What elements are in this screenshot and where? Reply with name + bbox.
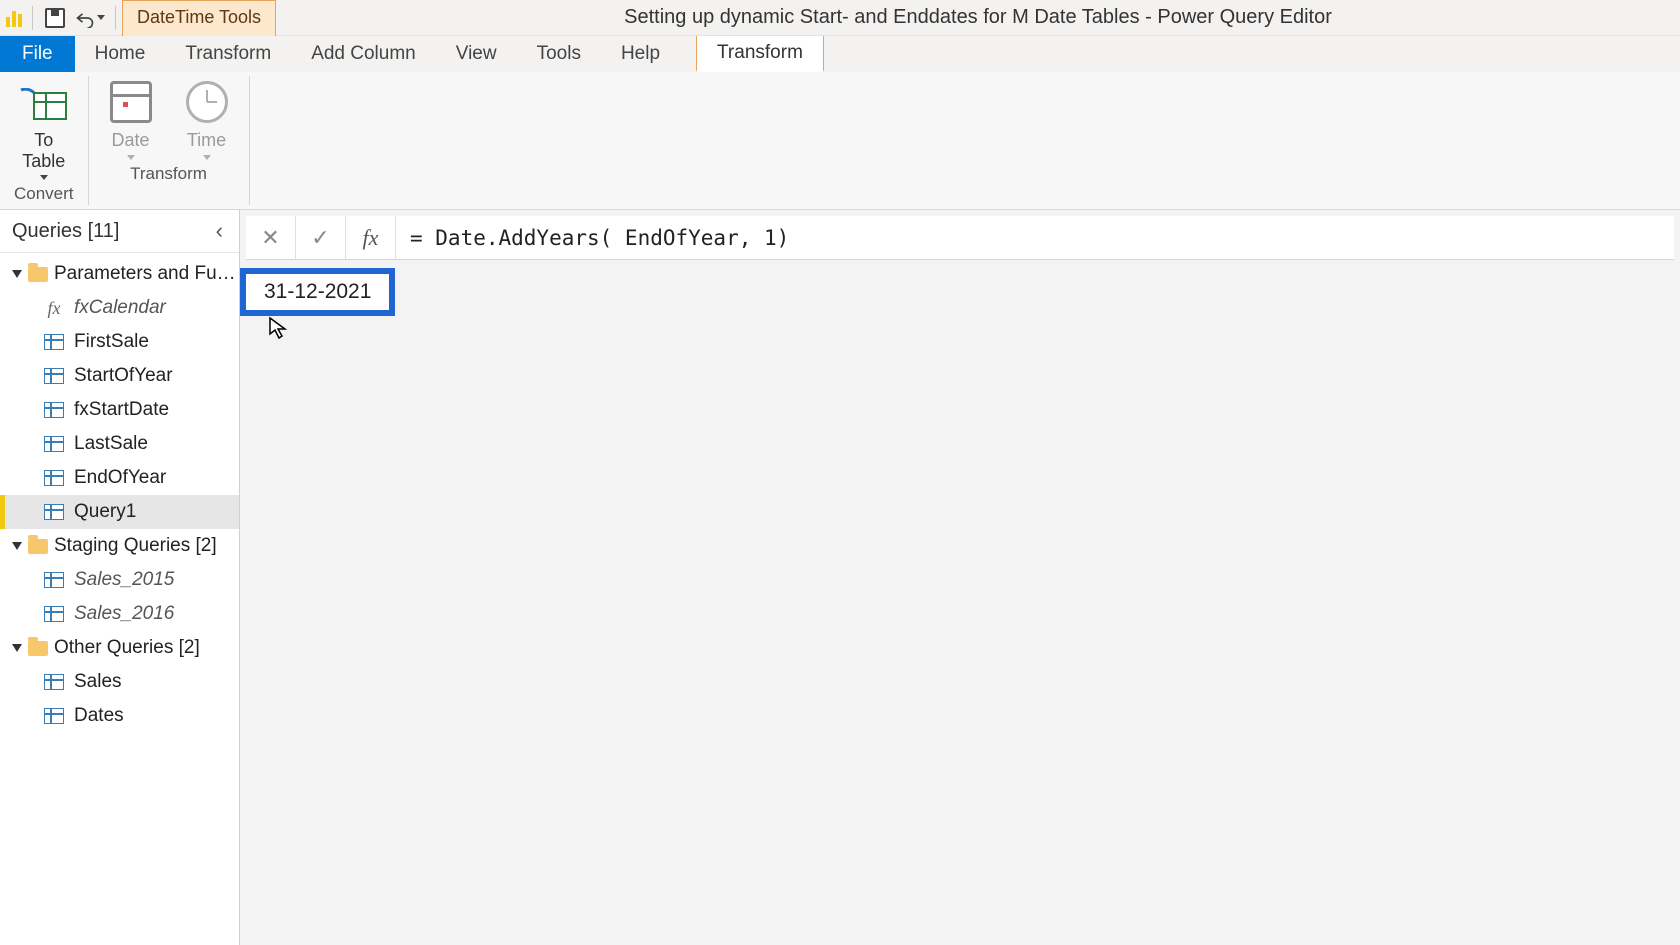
window-title: Setting up dynamic Start- and Enddates f…	[276, 0, 1680, 35]
tab-transform[interactable]: Transform	[165, 36, 291, 72]
table-icon	[44, 368, 64, 384]
chevron-down-icon	[127, 155, 135, 160]
table-icon	[44, 402, 64, 418]
query-item-label: StartOfYear	[74, 365, 173, 387]
query-item-label: Dates	[74, 705, 124, 727]
query-item[interactable]: Sales_2015	[0, 563, 239, 597]
query-item[interactable]: LastSale	[0, 427, 239, 461]
query-item-label: fxCalendar	[74, 297, 166, 319]
query-group[interactable]: Other Queries [2]	[0, 631, 239, 665]
chevron-down-icon	[203, 155, 211, 160]
chevron-down-icon	[12, 542, 22, 550]
query-group-label: Staging Queries [2]	[54, 535, 217, 557]
query-group-label: Parameters and Fu…	[54, 263, 236, 285]
queries-list: Parameters and Fu… fx fxCalendar FirstSale S…	[0, 253, 239, 737]
to-table-button[interactable]: To Table	[16, 76, 72, 182]
query-item-label: Sales_2016	[74, 603, 174, 625]
tab-home[interactable]: Home	[75, 36, 166, 72]
tab-context-transform[interactable]: Transform	[696, 36, 824, 72]
query-item[interactable]: EndOfYear	[0, 461, 239, 495]
table-icon	[44, 708, 64, 724]
fx-icon: fx	[44, 298, 64, 319]
query-item[interactable]: StartOfYear	[0, 359, 239, 393]
tab-tools[interactable]: Tools	[517, 36, 601, 72]
table-icon	[44, 504, 64, 520]
table-icon	[44, 572, 64, 588]
save-icon	[45, 8, 65, 28]
folder-icon	[28, 539, 48, 554]
query-item-label: FirstSale	[74, 331, 149, 353]
table-icon	[44, 674, 64, 690]
table-icon	[44, 436, 64, 452]
query-group[interactable]: Staging Queries [2]	[0, 529, 239, 563]
context-tab-label: DateTime Tools	[122, 0, 276, 36]
query-item-label: EndOfYear	[74, 467, 166, 489]
commit-formula-button[interactable]: ✓	[296, 216, 346, 259]
query-item-label: Sales_2015	[74, 569, 174, 591]
chevron-down-icon	[12, 270, 22, 278]
query-item[interactable]: fxStartDate	[0, 393, 239, 427]
collapse-pane-button[interactable]: ‹	[212, 218, 227, 244]
ribbon-group-label: Transform	[130, 162, 207, 184]
file-tab[interactable]: File	[0, 36, 75, 72]
formula-input[interactable]	[396, 216, 1674, 259]
quick-access-toolbar	[0, 0, 122, 35]
query-item[interactable]: Sales_2016	[0, 597, 239, 631]
query-item[interactable]: FirstSale	[0, 325, 239, 359]
query-item[interactable]: Query1	[0, 495, 239, 529]
title-bar: DateTime Tools Setting up dynamic Start-…	[0, 0, 1680, 36]
table-icon	[44, 334, 64, 350]
fx-icon: fx	[363, 225, 379, 251]
ribbon-group-label: Convert	[14, 182, 74, 204]
main-area: ✕ ✓ fx 31-12-2021	[240, 210, 1680, 945]
query-item[interactable]: Sales	[0, 665, 239, 699]
chevron-down-icon	[97, 15, 105, 20]
time-button[interactable]: Time	[179, 76, 235, 162]
query-group[interactable]: Parameters and Fu…	[0, 257, 239, 291]
folder-icon	[28, 267, 48, 282]
tab-view[interactable]: View	[436, 36, 517, 72]
table-icon	[44, 606, 64, 622]
query-item-label: LastSale	[74, 433, 148, 455]
query-item-label: Sales	[74, 671, 122, 693]
tab-add-column[interactable]: Add Column	[291, 36, 436, 72]
clock-icon	[186, 81, 228, 123]
undo-split-button[interactable]	[71, 8, 109, 28]
table-icon	[33, 92, 67, 120]
tab-help[interactable]: Help	[601, 36, 680, 72]
check-icon: ✓	[311, 225, 329, 251]
menu-bar: File Home Transform Add Column View Tool…	[0, 36, 1680, 72]
date-button[interactable]: Date	[103, 76, 159, 162]
save-button[interactable]	[39, 2, 71, 34]
workspace: Queries [11] ‹ Parameters and Fu…fxfxCal…	[0, 210, 1680, 945]
cancel-formula-button[interactable]: ✕	[246, 216, 296, 259]
query-group-label: Other Queries [2]	[54, 637, 200, 659]
query-item-label: Query1	[74, 501, 136, 523]
ribbon: To Table Convert Date Time Transform	[0, 72, 1680, 210]
mouse-cursor-icon	[268, 316, 288, 345]
queries-pane: Queries [11] ‹ Parameters and Fu… fxfxCal…	[0, 210, 240, 945]
query-item-label: fxStartDate	[74, 399, 169, 421]
formula-bar: ✕ ✓ fx	[246, 216, 1674, 260]
queries-pane-title: Queries [11]	[12, 220, 119, 243]
chevron-down-icon	[40, 175, 48, 180]
chevron-down-icon	[12, 644, 22, 652]
ribbon-group-convert: To Table Convert	[0, 72, 88, 209]
undo-icon	[75, 8, 95, 28]
table-icon	[44, 470, 64, 486]
folder-icon	[28, 641, 48, 656]
result-area: 31-12-2021	[240, 260, 1680, 945]
query-item[interactable]: fx fxCalendar	[0, 291, 239, 325]
close-icon: ✕	[261, 225, 279, 251]
calendar-icon	[110, 81, 152, 123]
fx-button[interactable]: fx	[346, 216, 396, 259]
ribbon-group-transform: Date Time Transform	[89, 72, 249, 209]
query-item[interactable]: Dates	[0, 699, 239, 733]
result-value[interactable]: 31-12-2021	[240, 268, 395, 316]
app-icon	[4, 7, 26, 29]
